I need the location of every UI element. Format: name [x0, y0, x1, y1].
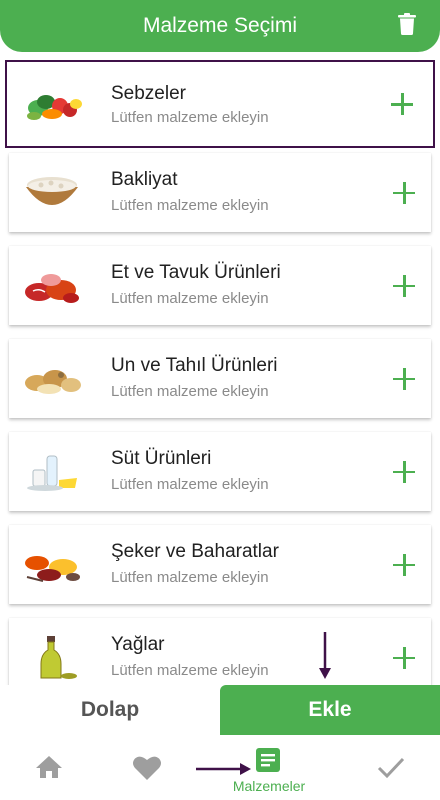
action-bar: Dolap Ekle	[0, 685, 440, 735]
category-card-et-tavuk[interactable]: Et ve Tavuk Ürünleri Lütfen malzeme ekle…	[9, 246, 431, 325]
add-icon[interactable]	[393, 646, 415, 669]
oil-bottle-image	[40, 635, 77, 679]
ekle-button[interactable]: Ekle	[220, 685, 440, 735]
category-name: Un ve Tahıl Ürünleri	[111, 355, 278, 376]
home-icon[interactable]	[35, 755, 63, 779]
legumes-image	[26, 176, 78, 205]
nav-item-label: Malzemeler	[232, 778, 306, 794]
annotation-arrow-down-icon	[319, 632, 331, 679]
category-card-seker-baharat[interactable]: Şeker ve Baharatlar Lütfen malzeme ekley…	[9, 525, 431, 604]
category-name: Sebzeler	[111, 83, 186, 104]
trash-icon[interactable]	[398, 13, 416, 35]
add-icon[interactable]	[393, 367, 415, 390]
category-name: Bakliyat	[111, 169, 178, 190]
category-hint: Lütfen malzeme ekleyin	[111, 197, 269, 214]
dolap-button[interactable]: Dolap	[0, 685, 220, 735]
category-hint: Lütfen malzeme ekleyin	[111, 109, 269, 126]
grains-image	[25, 369, 81, 394]
app-header: Malzeme Seçimi	[0, 0, 440, 52]
category-name: Yağlar	[111, 634, 165, 655]
category-card-sut[interactable]: Süt Ürünleri Lütfen malzeme ekleyin	[9, 432, 431, 511]
spices-image	[25, 555, 80, 582]
add-icon[interactable]	[391, 93, 413, 115]
annotation-arrow-right-icon	[196, 763, 251, 775]
category-list: Sebzeler Lütfen malzeme ekleyin Bakliyat…	[0, 60, 440, 685]
category-card-sebzeler[interactable]: Sebzeler Lütfen malzeme ekleyin	[5, 60, 435, 148]
list-document-icon	[256, 748, 280, 772]
category-hint: Lütfen malzeme ekleyin	[111, 290, 269, 307]
category-name: Şeker ve Baharatlar	[111, 541, 279, 562]
add-icon[interactable]	[393, 181, 415, 204]
category-hint: Lütfen malzeme ekleyin	[111, 476, 269, 493]
page-title: Malzeme Seçimi	[142, 14, 298, 37]
meat-image	[25, 273, 79, 303]
dairy-image	[27, 455, 77, 491]
check-icon[interactable]	[377, 756, 405, 780]
vegetables-image	[27, 95, 82, 120]
add-icon[interactable]	[393, 274, 415, 297]
add-icon[interactable]	[393, 460, 415, 483]
heart-icon[interactable]	[132, 755, 162, 781]
category-hint: Lütfen malzeme ekleyin	[111, 569, 269, 586]
add-icon[interactable]	[393, 553, 415, 576]
category-card-bakliyat[interactable]: Bakliyat Lütfen malzeme ekleyin	[9, 153, 431, 232]
category-card-un-tahil[interactable]: Un ve Tahıl Ürünleri Lütfen malzeme ekle…	[9, 339, 431, 418]
category-card-yaglar[interactable]: Yağlar Lütfen malzeme ekleyin	[9, 618, 431, 685]
category-name: Süt Ürünleri	[111, 448, 212, 469]
category-hint: Lütfen malzeme ekleyin	[111, 662, 269, 679]
category-hint: Lütfen malzeme ekleyin	[111, 383, 269, 400]
category-name: Et ve Tavuk Ürünleri	[111, 262, 281, 283]
